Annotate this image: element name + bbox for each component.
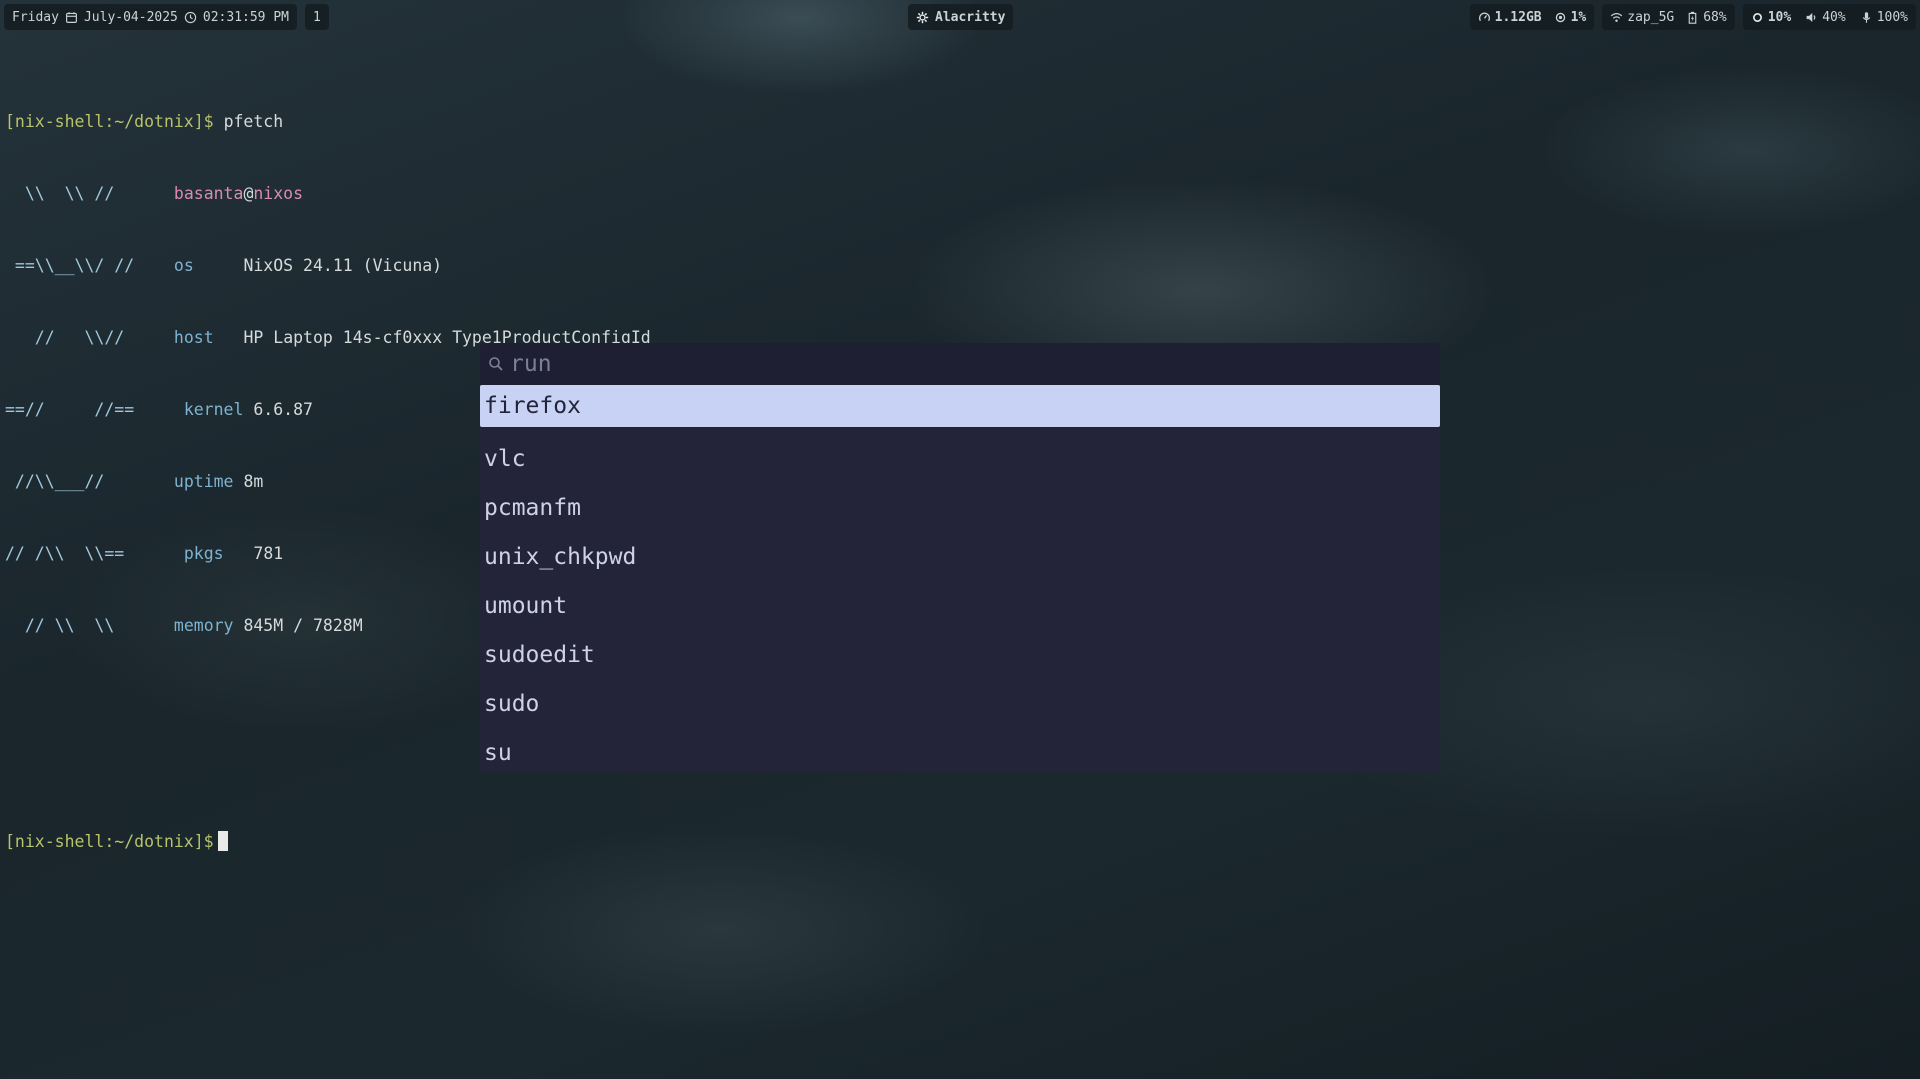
nix-logo-art: // /\\ \\== — [5, 544, 125, 563]
at-sign: @ — [243, 184, 254, 203]
launcher-item-firefox[interactable]: firefox — [480, 385, 1440, 427]
active-window-widget[interactable]: Alacritty — [908, 4, 1014, 30]
wifi-ssid: zap_5G — [1627, 9, 1675, 25]
search-icon — [488, 356, 504, 372]
gear-icon — [916, 11, 929, 24]
info-key: memory — [173, 616, 234, 635]
info-value: 6.6.87 — [253, 400, 313, 419]
time-label: 02:31:59 PM — [202, 9, 289, 25]
launcher-item-sudoedit[interactable]: sudoedit — [480, 630, 1440, 679]
app-launcher: firefox vlc pcmanfm unix_chkpwd umount s… — [480, 343, 1440, 772]
memory-usage: 1.12GB — [1494, 9, 1542, 25]
launcher-item-pcmanfm[interactable]: pcmanfm — [480, 483, 1440, 532]
info-key: pkgs — [183, 544, 224, 563]
shell-prompt: [nix-shell:~/dotnix]$ — [5, 112, 214, 131]
hostname: nixos — [253, 184, 304, 203]
terminal-cursor — [217, 831, 228, 851]
info-key: uptime — [173, 472, 234, 491]
terminal-line: \\ \\ // basanta@nixos — [5, 182, 651, 206]
microphone-icon[interactable] — [1860, 11, 1873, 24]
nix-logo-art: //\\___// — [5, 472, 105, 491]
info-value: NixOS 24.11 (Vicuna) — [243, 256, 443, 275]
launcher-item-unix-chkpwd[interactable]: unix_chkpwd — [480, 532, 1440, 581]
audio-brightness-widget[interactable]: 10% 40% 100% — [1742, 4, 1916, 30]
date-time-widget[interactable]: Friday July-04-2025 02:31:59 PM — [4, 4, 297, 30]
username: basanta — [173, 184, 244, 203]
battery-icon — [1686, 11, 1699, 24]
nix-logo-art: ==\\__\\/ // — [5, 256, 135, 275]
shell-prompt: [nix-shell:~/dotnix]$ — [5, 832, 214, 851]
nix-logo-art: ==// //== — [5, 400, 135, 419]
brightness-icon — [1751, 11, 1764, 24]
window-title: Alacritty — [935, 9, 1006, 25]
volume-level: 40% — [1822, 9, 1846, 25]
launcher-item-umount[interactable]: umount — [480, 581, 1440, 630]
day-label: Friday — [12, 9, 59, 25]
info-key: kernel — [183, 400, 244, 419]
mic-level: 100% — [1876, 9, 1908, 25]
launcher-item-su[interactable]: su — [480, 728, 1440, 772]
workspace-button[interactable]: 1 — [304, 4, 329, 30]
terminal-line: [nix-shell:~/dotnix]$ pfetch — [5, 110, 651, 134]
clock-icon — [184, 11, 197, 24]
system-stats-widget[interactable]: 1.12GB 1% — [1469, 4, 1595, 30]
cpu-icon — [1554, 11, 1567, 24]
info-key: os — [173, 256, 194, 275]
info-key: host — [173, 328, 214, 347]
launcher-results: firefox vlc pcmanfm unix_chkpwd umount s… — [480, 385, 1440, 772]
calendar-icon — [65, 11, 78, 24]
info-value: 845M / 7828M — [243, 616, 363, 635]
nix-logo-art: \\ \\ // — [5, 184, 115, 203]
wifi-icon — [1610, 11, 1623, 24]
nix-logo-art: // \\ \\ — [5, 616, 115, 635]
terminal-line: ==\\__\\/ // os NixOS 24.11 (Vicuna) — [5, 254, 651, 278]
launcher-item-sudo[interactable]: sudo — [480, 679, 1440, 728]
shell-command: pfetch — [223, 112, 284, 131]
launcher-search — [480, 343, 1440, 385]
network-battery-widget[interactable]: zap_5G 68% — [1602, 4, 1735, 30]
nix-logo-art: // \\// — [5, 328, 125, 347]
info-value: 781 — [253, 544, 284, 563]
date-label: July-04-2025 — [83, 9, 178, 25]
launcher-search-input[interactable] — [510, 351, 1210, 377]
launcher-item-vlc[interactable]: vlc — [480, 434, 1440, 483]
workspace-label: 1 — [312, 9, 321, 25]
volume-icon[interactable] — [1805, 11, 1818, 24]
battery-level: 68% — [1703, 9, 1727, 25]
top-bar: Friday July-04-2025 02:31:59 PM 1 Alacri… — [0, 0, 1920, 34]
memory-icon — [1478, 11, 1491, 24]
cpu-usage: 1% — [1570, 9, 1587, 25]
terminal-line: [nix-shell:~/dotnix]$ — [5, 830, 651, 854]
info-value: 8m — [243, 472, 264, 491]
brightness-level: 10% — [1767, 9, 1792, 25]
